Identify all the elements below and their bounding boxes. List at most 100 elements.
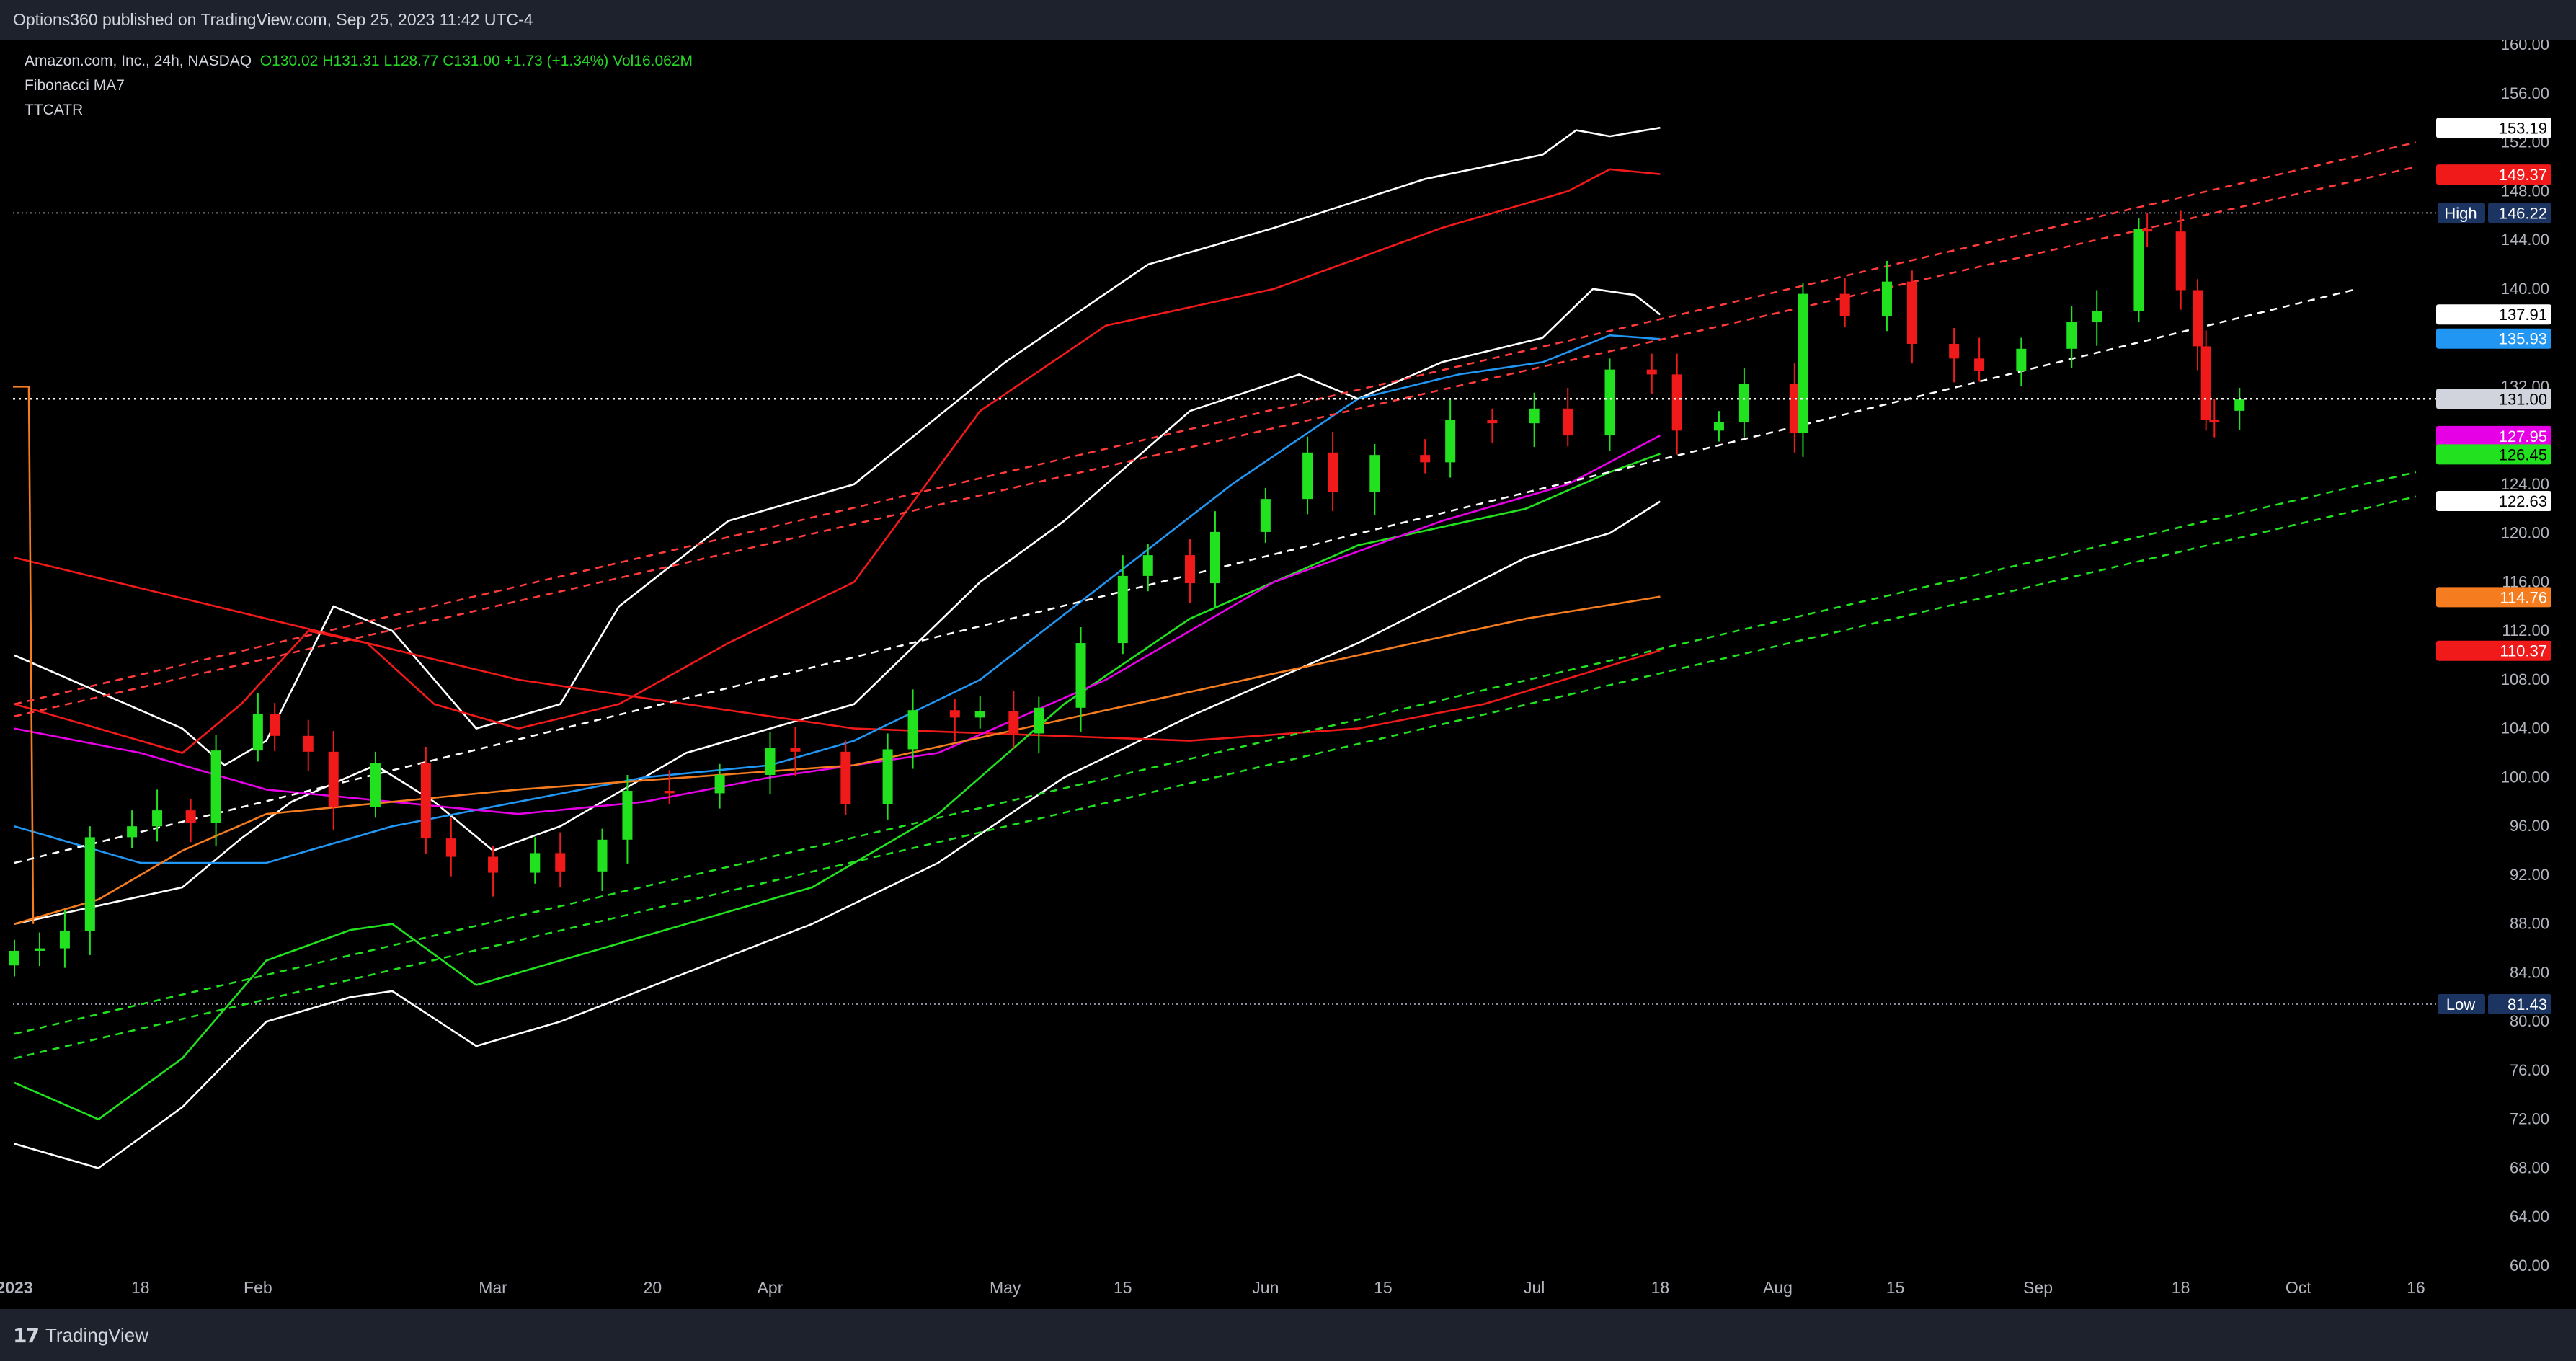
price-label-text: 110.37 [2500,642,2547,660]
candle-body [1445,420,1456,463]
candle-body [252,714,263,751]
indicator-fibonacci-ma7[interactable]: Fibonacci MA7 [25,74,693,98]
candle-body [1906,281,1917,345]
candle-body [1604,369,1615,436]
candle-body [597,839,608,872]
candle-body [790,748,801,752]
candle-body [2133,229,2144,311]
trendline-2 [14,166,2417,717]
x-tick-label: 15 [1114,1278,1132,1297]
trendline-1 [14,141,2417,706]
y-tick-label: 108.00 [2501,670,2549,688]
x-tick-label: Aug [1763,1278,1793,1297]
candle-body [328,751,339,807]
high-tag-label: High [2444,204,2477,222]
tradingview-brand: TradingView [45,1324,149,1346]
indicator-line-6 [14,334,1661,864]
symbol-title: Amazon.com, Inc., 24h, NASDAQ [25,53,252,69]
price-label-text: 131.00 [2499,390,2547,408]
x-tick-label: 18 [2172,1278,2190,1297]
high-value-text: 146.22 [2499,204,2547,222]
candle-body [664,791,675,794]
y-tick-label: 60.00 [2510,1256,2549,1274]
candle-body [370,763,381,807]
candle-body [555,853,566,872]
y-tick-label: 156.00 [2501,84,2549,102]
y-tick-label: 144.00 [2501,231,2549,249]
candle-body [1713,422,1724,431]
y-tick-label: 88.00 [2510,915,2549,933]
y-tick-label: 84.00 [2510,963,2549,981]
y-tick-label: 92.00 [2510,866,2549,884]
indicator-line-3 [14,168,1661,754]
candle-body [1302,452,1313,500]
candle-body [1487,420,1498,424]
ohlc-open: O130.02 [259,53,319,69]
tradingview-logo[interactable]: 17 TradingView [13,1322,148,1348]
price-label-text: 126.45 [2499,445,2547,464]
indicator-ttcatr[interactable]: TTCATR [25,98,693,123]
x-tick-label: Feb [244,1278,272,1297]
candle-body [1839,293,1850,316]
candle-body [907,710,918,750]
candle-body [2066,322,2077,349]
y-tick-label: 68.00 [2510,1158,2549,1176]
price-label-text: 149.37 [2499,166,2547,184]
candle-body [974,711,985,718]
candle-body [1798,293,1808,433]
y-tick-label: 76.00 [2510,1061,2549,1079]
candle-body [2193,290,2203,347]
candle-body [1369,455,1380,492]
x-tick-label: 15 [1886,1278,1905,1297]
candle-body [2209,420,2220,422]
candle-body [445,838,456,857]
chart-canvas[interactable]: 160.00156.00152.00148.00144.00140.00136.… [0,35,2576,1309]
candle-body [622,791,633,840]
x-tick-label: 15 [1374,1278,1393,1297]
x-tick-label: Apr [758,1278,783,1297]
x-tick-label: 16 [2407,1278,2425,1297]
y-tick-label: 124.00 [2501,475,2549,493]
candle-body [1142,555,1153,576]
low-tag-label: Low [2446,996,2475,1014]
y-tick-label: 104.00 [2501,719,2549,737]
price-chart[interactable]: 160.00156.00152.00148.00144.00140.00136.… [0,35,2576,1309]
price-label-text: 153.19 [2499,119,2547,137]
candle-body [714,775,725,794]
y-tick-label: 120.00 [2501,524,2549,542]
price-label-text: 127.95 [2499,427,2547,445]
candle-body [1881,281,1892,316]
candle-body [84,837,95,931]
candle-body [34,948,45,951]
candle-body [1646,369,1657,375]
candle-body [1974,358,1985,371]
candle-body [2092,311,2102,322]
y-tick-label: 160.00 [2501,40,2549,53]
candle-body [1008,711,1019,734]
indicator-line-0 [14,126,1661,767]
candle-body [1949,344,1960,359]
y-tick-label: 96.00 [2510,817,2549,835]
ohlc-change: +1.73 (+1.34%) [504,53,609,69]
ohlc-volume: Vol16.062M [613,53,693,69]
x-tick-label: 20 [644,1278,662,1297]
footer-bar: 17 TradingView [0,1309,2576,1361]
publish-header: Options360 published on TradingView.com,… [0,0,2576,40]
ohlc-high: H131.31 [322,53,380,69]
price-label-text: 114.76 [2500,588,2547,606]
indicator-line-5 [14,453,1661,1121]
candle-body [2175,231,2186,291]
candle-body [1209,531,1220,584]
low-value-text: 81.43 [2508,996,2547,1014]
price-label-text: 122.63 [2499,492,2547,510]
x-tick-label: 18 [131,1278,150,1297]
candle-body [210,750,221,823]
candle-body [2142,229,2153,232]
x-tick-label: 2023 [0,1278,33,1297]
candle-body [765,748,776,776]
tradingview-logo-icon: 17 [13,1323,40,1347]
candle-body [59,931,70,949]
indicator-line-4 [14,557,1661,742]
x-tick-label: May [990,1278,1021,1297]
candle-body [1563,408,1573,436]
